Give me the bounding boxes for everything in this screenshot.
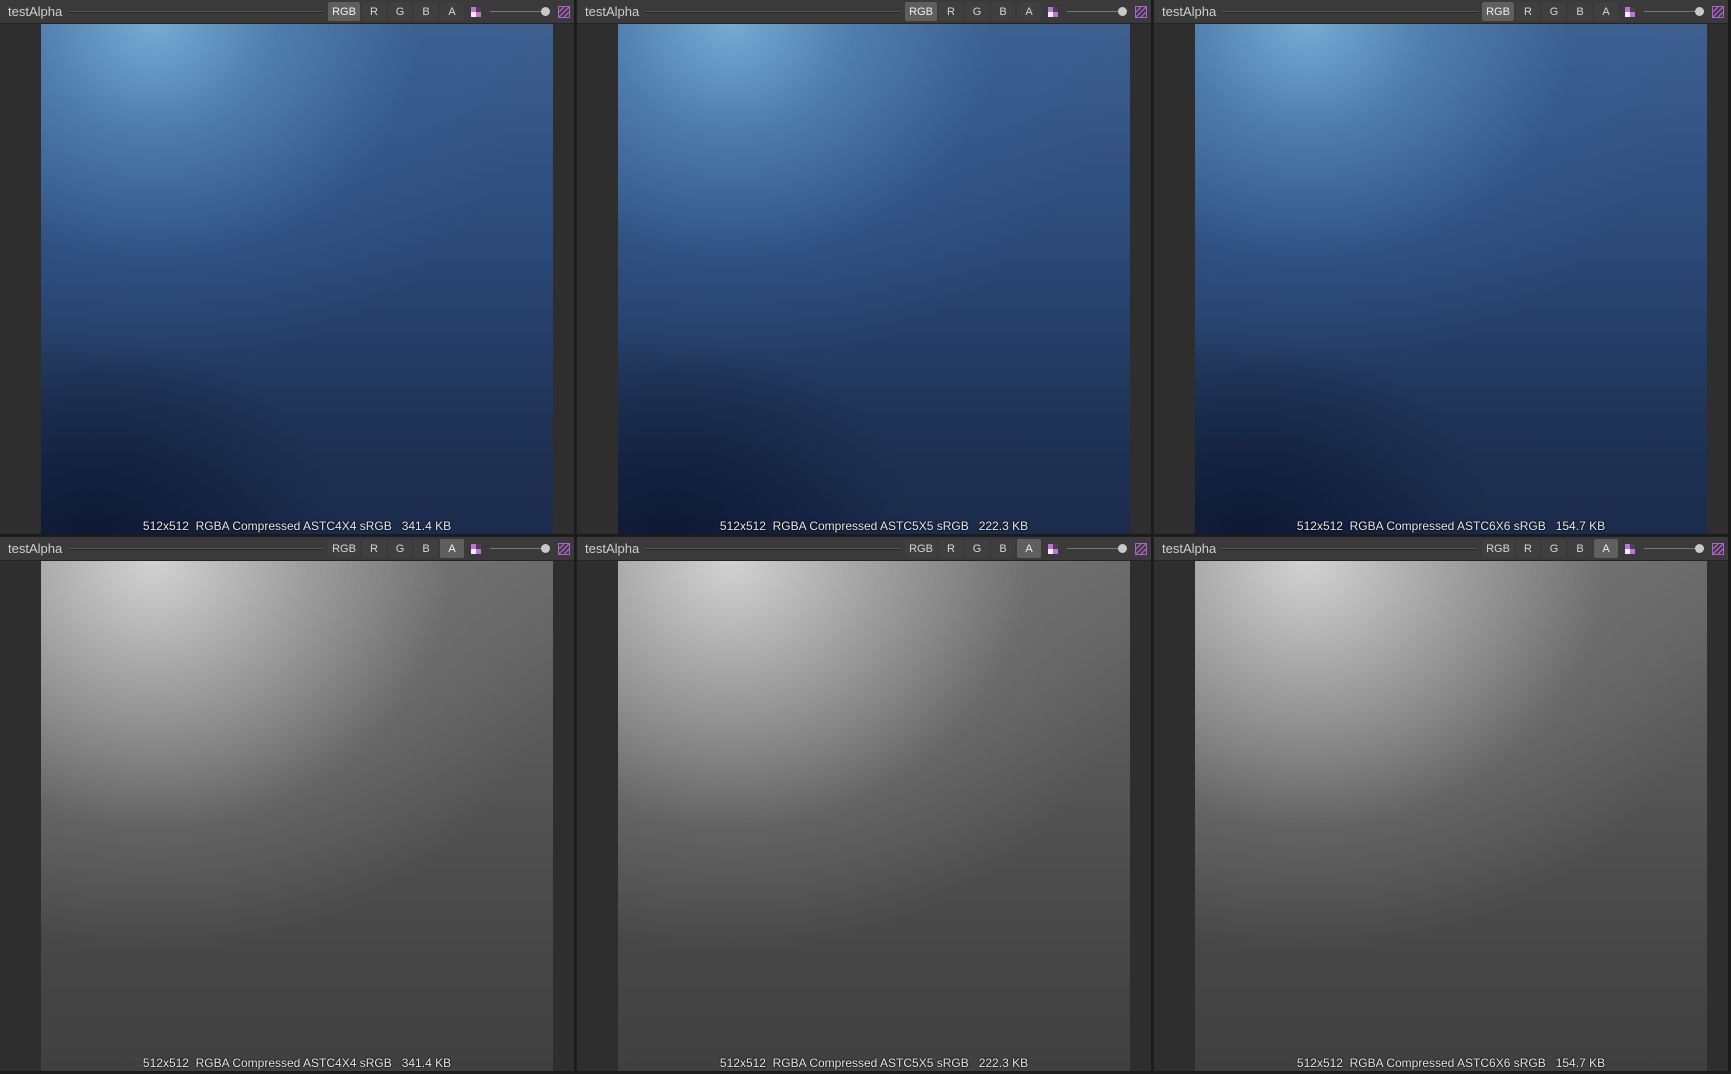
channel-rgb-button[interactable]: RGB (328, 2, 360, 21)
channel-b-button[interactable]: B (991, 539, 1015, 558)
texture-viewport[interactable]: 512x512 RGBA Compressed ASTC4X4 sRGB 341… (41, 24, 553, 534)
channel-a-button[interactable]: A (1594, 539, 1618, 558)
channel-a-button[interactable]: A (440, 539, 464, 558)
texture-viewport[interactable]: 512x512 RGBA Compressed ASTC6X6 sRGB 154… (1195, 561, 1707, 1071)
preview-toolbar: testAlpha RGB R G B A (577, 537, 1151, 561)
texture-info-label: 512x512 RGBA Compressed ASTC6X6 sRGB 154… (1296, 1056, 1606, 1070)
transparency-checker-icon[interactable] (554, 2, 574, 21)
title-divider (1222, 547, 1478, 550)
channel-g-button[interactable]: G (965, 2, 989, 21)
channel-rgb-button[interactable]: RGB (1482, 539, 1514, 558)
title-divider (68, 10, 324, 13)
channel-a-button[interactable]: A (1017, 2, 1041, 21)
color-swatch-icon[interactable] (466, 539, 486, 558)
mip-level-slider[interactable] (490, 539, 550, 558)
channel-g-button[interactable]: G (965, 539, 989, 558)
mip-level-slider[interactable] (490, 2, 550, 21)
channel-r-button[interactable]: R (362, 2, 386, 21)
preview-toolbar: testAlpha RGB R G B A (577, 0, 1151, 24)
transparency-checker-icon[interactable] (1131, 539, 1151, 558)
panel-title: testAlpha (8, 4, 63, 19)
color-swatch-icon[interactable] (1043, 539, 1063, 558)
panel-title: testAlpha (1162, 4, 1217, 19)
texture-info-label: 512x512 RGBA Compressed ASTC5X5 sRGB 222… (719, 1056, 1029, 1070)
channel-b-button[interactable]: B (991, 2, 1015, 21)
channel-rgb-button[interactable]: RGB (328, 539, 360, 558)
color-swatch-icon[interactable] (466, 2, 486, 21)
texture-preview-grid: testAlpha RGB R G B A 512x512 RGBA Compr… (0, 0, 1731, 1074)
texture-info-label: 512x512 RGBA Compressed ASTC4X4 sRGB 341… (142, 519, 452, 533)
channel-g-button[interactable]: G (1542, 2, 1566, 21)
color-swatch-icon[interactable] (1620, 539, 1640, 558)
slider-knob[interactable] (1118, 544, 1127, 553)
texture-viewport[interactable]: 512x512 RGBA Compressed ASTC5X5 sRGB 222… (618, 24, 1130, 534)
channel-r-button[interactable]: R (362, 539, 386, 558)
transparency-checker-icon[interactable] (1708, 2, 1728, 21)
mip-level-slider[interactable] (1067, 2, 1127, 21)
mip-level-slider[interactable] (1644, 539, 1704, 558)
color-swatch-icon[interactable] (1620, 2, 1640, 21)
preview-panel: testAlpha RGB R G B A 512x512 RGBA Compr… (0, 537, 576, 1073)
title-divider (645, 547, 901, 550)
channel-r-button[interactable]: R (939, 2, 963, 21)
channel-a-button[interactable]: A (1017, 539, 1041, 558)
slider-knob[interactable] (541, 7, 550, 16)
preview-toolbar: testAlpha RGB R G B A (0, 537, 574, 561)
channel-rgb-button[interactable]: RGB (1482, 2, 1514, 21)
channel-b-button[interactable]: B (414, 2, 438, 21)
channel-a-button[interactable]: A (1594, 2, 1618, 21)
texture-viewport[interactable]: 512x512 RGBA Compressed ASTC5X5 sRGB 222… (618, 561, 1130, 1071)
channel-rgb-button[interactable]: RGB (905, 2, 937, 21)
slider-knob[interactable] (1695, 7, 1704, 16)
title-divider (1222, 10, 1478, 13)
slider-knob[interactable] (541, 544, 550, 553)
channel-g-button[interactable]: G (388, 539, 412, 558)
transparency-checker-icon[interactable] (1131, 2, 1151, 21)
channel-b-button[interactable]: B (414, 539, 438, 558)
preview-panel: testAlpha RGB R G B A 512x512 RGBA Compr… (577, 0, 1153, 536)
texture-viewport[interactable]: 512x512 RGBA Compressed ASTC4X4 sRGB 341… (41, 561, 553, 1071)
preview-panel: testAlpha RGB R G B A 512x512 RGBA Compr… (0, 0, 576, 536)
channel-rgb-button[interactable]: RGB (905, 539, 937, 558)
texture-viewport[interactable]: 512x512 RGBA Compressed ASTC6X6 sRGB 154… (1195, 24, 1707, 534)
channel-r-button[interactable]: R (939, 539, 963, 558)
panel-title: testAlpha (585, 4, 640, 19)
preview-toolbar: testAlpha RGB R G B A (1154, 537, 1728, 561)
preview-panel: testAlpha RGB R G B A 512x512 RGBA Compr… (1154, 537, 1730, 1073)
slider-knob[interactable] (1695, 544, 1704, 553)
channel-r-button[interactable]: R (1516, 539, 1540, 558)
panel-title: testAlpha (585, 541, 640, 556)
channel-b-button[interactable]: B (1568, 2, 1592, 21)
preview-panel: testAlpha RGB R G B A 512x512 RGBA Compr… (577, 537, 1153, 1073)
texture-info-label: 512x512 RGBA Compressed ASTC5X5 sRGB 222… (719, 519, 1029, 533)
texture-info-label: 512x512 RGBA Compressed ASTC4X4 sRGB 341… (142, 1056, 452, 1070)
slider-knob[interactable] (1118, 7, 1127, 16)
preview-toolbar: testAlpha RGB R G B A (0, 0, 574, 24)
transparency-checker-icon[interactable] (1708, 539, 1728, 558)
title-divider (645, 10, 901, 13)
preview-toolbar: testAlpha RGB R G B A (1154, 0, 1728, 24)
panel-title: testAlpha (8, 541, 63, 556)
title-divider (68, 547, 324, 550)
mip-level-slider[interactable] (1067, 539, 1127, 558)
panel-title: testAlpha (1162, 541, 1217, 556)
channel-a-button[interactable]: A (440, 2, 464, 21)
channel-b-button[interactable]: B (1568, 539, 1592, 558)
channel-g-button[interactable]: G (1542, 539, 1566, 558)
texture-info-label: 512x512 RGBA Compressed ASTC6X6 sRGB 154… (1296, 519, 1606, 533)
color-swatch-icon[interactable] (1043, 2, 1063, 21)
transparency-checker-icon[interactable] (554, 539, 574, 558)
channel-g-button[interactable]: G (388, 2, 412, 21)
mip-level-slider[interactable] (1644, 2, 1704, 21)
channel-r-button[interactable]: R (1516, 2, 1540, 21)
preview-panel: testAlpha RGB R G B A 512x512 RGBA Compr… (1154, 0, 1730, 536)
